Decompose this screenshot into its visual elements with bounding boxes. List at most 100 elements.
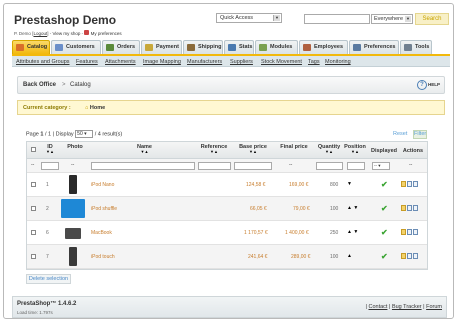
subtab-attachments[interactable]: Attachments	[105, 59, 136, 65]
filter-dash: --	[409, 162, 413, 168]
delete-icon[interactable]	[413, 205, 418, 211]
table-row[interactable]: 7 iPod touch 241,64 € 289,00 € 100 ▲ ✔	[27, 245, 427, 269]
product-name[interactable]: MacBook	[91, 230, 112, 236]
product-thumbnail	[69, 175, 77, 194]
row-checkbox[interactable]	[31, 254, 36, 259]
filter-displayed-select[interactable]: -- ▾	[372, 162, 390, 170]
footer-links: | Contact | Bug Tracker | Forum	[365, 304, 442, 310]
sort-icon[interactable]: ▼▲	[314, 150, 344, 154]
product-name[interactable]: iPod Nano	[91, 182, 114, 188]
delete-icon[interactable]	[413, 229, 418, 235]
sort-icon[interactable]: ▼▲	[236, 150, 270, 154]
row-checkbox[interactable]	[31, 182, 36, 187]
tab-customers[interactable]: Customers	[51, 40, 101, 54]
tab-modules[interactable]: Modules	[255, 40, 298, 54]
sort-icon[interactable]: ▼▲	[343, 150, 367, 154]
user-line: P. Demo [Logout] - View my shop - My pre…	[14, 30, 122, 36]
tab-employees[interactable]: Employees	[299, 40, 348, 54]
tab-orders[interactable]: Orders	[102, 40, 140, 54]
tab-shipping[interactable]: Shipping	[183, 40, 223, 54]
table-row[interactable]: 2 iPod shuffle 66,05 € 79,00 € 100 ▲ ▼ ✔	[27, 197, 427, 221]
duplicate-icon[interactable]	[407, 181, 412, 187]
col-id[interactable]: ID ▼▲	[44, 144, 56, 154]
position-arrows[interactable]: ▲ ▼	[347, 205, 358, 211]
filter-name-input[interactable]	[91, 162, 195, 170]
enabled-check-icon[interactable]: ✔	[381, 204, 388, 213]
search-input[interactable]	[304, 14, 370, 24]
subtab-features[interactable]: Features	[76, 59, 98, 65]
filter-reference-input[interactable]	[198, 162, 231, 170]
duplicate-icon[interactable]	[407, 253, 412, 259]
search-button[interactable]: Search	[415, 13, 449, 25]
col-position[interactable]: Position ▼▲	[343, 144, 367, 154]
help-label: HELP	[427, 82, 440, 88]
product-quantity: 100	[330, 206, 339, 212]
products-table: ID ▼▲ Photo Name ▼▲ Reference ▼▲ Base price…	[26, 141, 428, 270]
subtab-attributes[interactable]: Attributes and Groups	[16, 59, 70, 65]
view-shop-link[interactable]: View my shop	[52, 31, 80, 36]
employees-icon	[303, 44, 311, 51]
contact-link[interactable]: Contact	[368, 304, 387, 310]
filter-button[interactable]: Filter	[413, 130, 427, 139]
subtab-tags[interactable]: Tags	[308, 59, 320, 65]
category-home-link[interactable]: ⌂ Home	[85, 105, 105, 111]
tab-tools[interactable]: Tools	[400, 40, 432, 54]
edit-icon[interactable]	[401, 229, 406, 235]
filter-base-price-input[interactable]	[234, 162, 272, 170]
position-arrows[interactable]: ▲	[347, 253, 352, 259]
bug-tracker-link[interactable]: Bug Tracker	[392, 304, 422, 310]
col-quantity[interactable]: Quantity ▼▲	[314, 144, 344, 154]
table-row[interactable]: 1 iPod Nano 124,58 € 169,00 € 800 ▼ ✔	[27, 173, 427, 197]
search-scope-select[interactable]: Everywhere ▼	[371, 14, 413, 24]
col-name[interactable]: Name ▼▲	[127, 144, 162, 154]
delete-icon[interactable]	[413, 253, 418, 259]
per-page-select[interactable]: 50 ▾	[75, 130, 94, 138]
position-arrows[interactable]: ▼	[347, 181, 352, 187]
edit-icon[interactable]	[401, 253, 406, 259]
sort-icon[interactable]: ▼▲	[197, 150, 231, 154]
logout-link[interactable]: Logout	[33, 31, 47, 36]
delete-selection-button[interactable]: Delete selection	[26, 274, 71, 284]
subtab-manufacturers[interactable]: Manufacturers	[187, 59, 222, 65]
sort-icon[interactable]: ▼▲	[127, 150, 162, 154]
col-reference[interactable]: Reference ▼▲	[197, 144, 231, 154]
select-all-checkbox[interactable]	[31, 147, 36, 152]
edit-icon[interactable]	[401, 205, 406, 211]
duplicate-icon[interactable]	[407, 205, 412, 211]
result-count: / 4 result(s)	[94, 131, 123, 138]
col-base-price[interactable]: Base price ▼▲	[236, 144, 270, 154]
tab-preferences[interactable]: Preferences	[349, 40, 399, 54]
tab-stats[interactable]: Stats	[224, 40, 254, 54]
breadcrumb-root[interactable]: Back Office	[23, 82, 56, 88]
tab-payment[interactable]: Payment	[141, 40, 182, 54]
filter-position-input[interactable]	[347, 162, 365, 170]
filter-quantity-input[interactable]	[316, 162, 343, 170]
help-button[interactable]: ? HELP	[416, 80, 440, 90]
enabled-check-icon[interactable]: ✔	[381, 228, 388, 237]
shipping-icon	[187, 44, 195, 51]
tab-label: Preferences	[364, 44, 396, 50]
subtab-image-mapping[interactable]: Image Mapping	[143, 59, 181, 65]
subtab-monitoring[interactable]: Monitoring	[325, 59, 351, 65]
product-name[interactable]: iPod shuffle	[91, 206, 117, 212]
tab-catalog[interactable]: Catalog	[12, 40, 50, 54]
duplicate-icon[interactable]	[407, 229, 412, 235]
enabled-check-icon[interactable]: ✔	[381, 180, 388, 189]
sort-icon[interactable]: ▼▲	[44, 150, 56, 154]
row-checkbox[interactable]	[31, 206, 36, 211]
reset-filter-link[interactable]: Reset	[393, 131, 407, 137]
product-name[interactable]: iPod touch	[91, 254, 115, 260]
row-checkbox[interactable]	[31, 230, 36, 235]
enabled-check-icon[interactable]: ✔	[381, 252, 388, 261]
edit-icon[interactable]	[401, 181, 406, 187]
forum-link[interactable]: Forum	[426, 304, 442, 310]
subtab-suppliers[interactable]: Suppliers	[230, 59, 253, 65]
table-row[interactable]: 6 MacBook 1 170,57 € 1 400,00 € 250 ▲ ▼ …	[27, 221, 427, 245]
filter-id-input[interactable]	[41, 162, 59, 170]
subtab-stock-movement[interactable]: Stock Movement	[261, 59, 302, 65]
my-preferences-link[interactable]: My preferences	[91, 31, 122, 36]
delete-icon[interactable]	[413, 181, 418, 187]
page-number: 1	[40, 131, 44, 138]
position-arrows[interactable]: ▲ ▼	[347, 229, 358, 235]
quick-access-select[interactable]: Quick Access ▼	[216, 13, 282, 23]
